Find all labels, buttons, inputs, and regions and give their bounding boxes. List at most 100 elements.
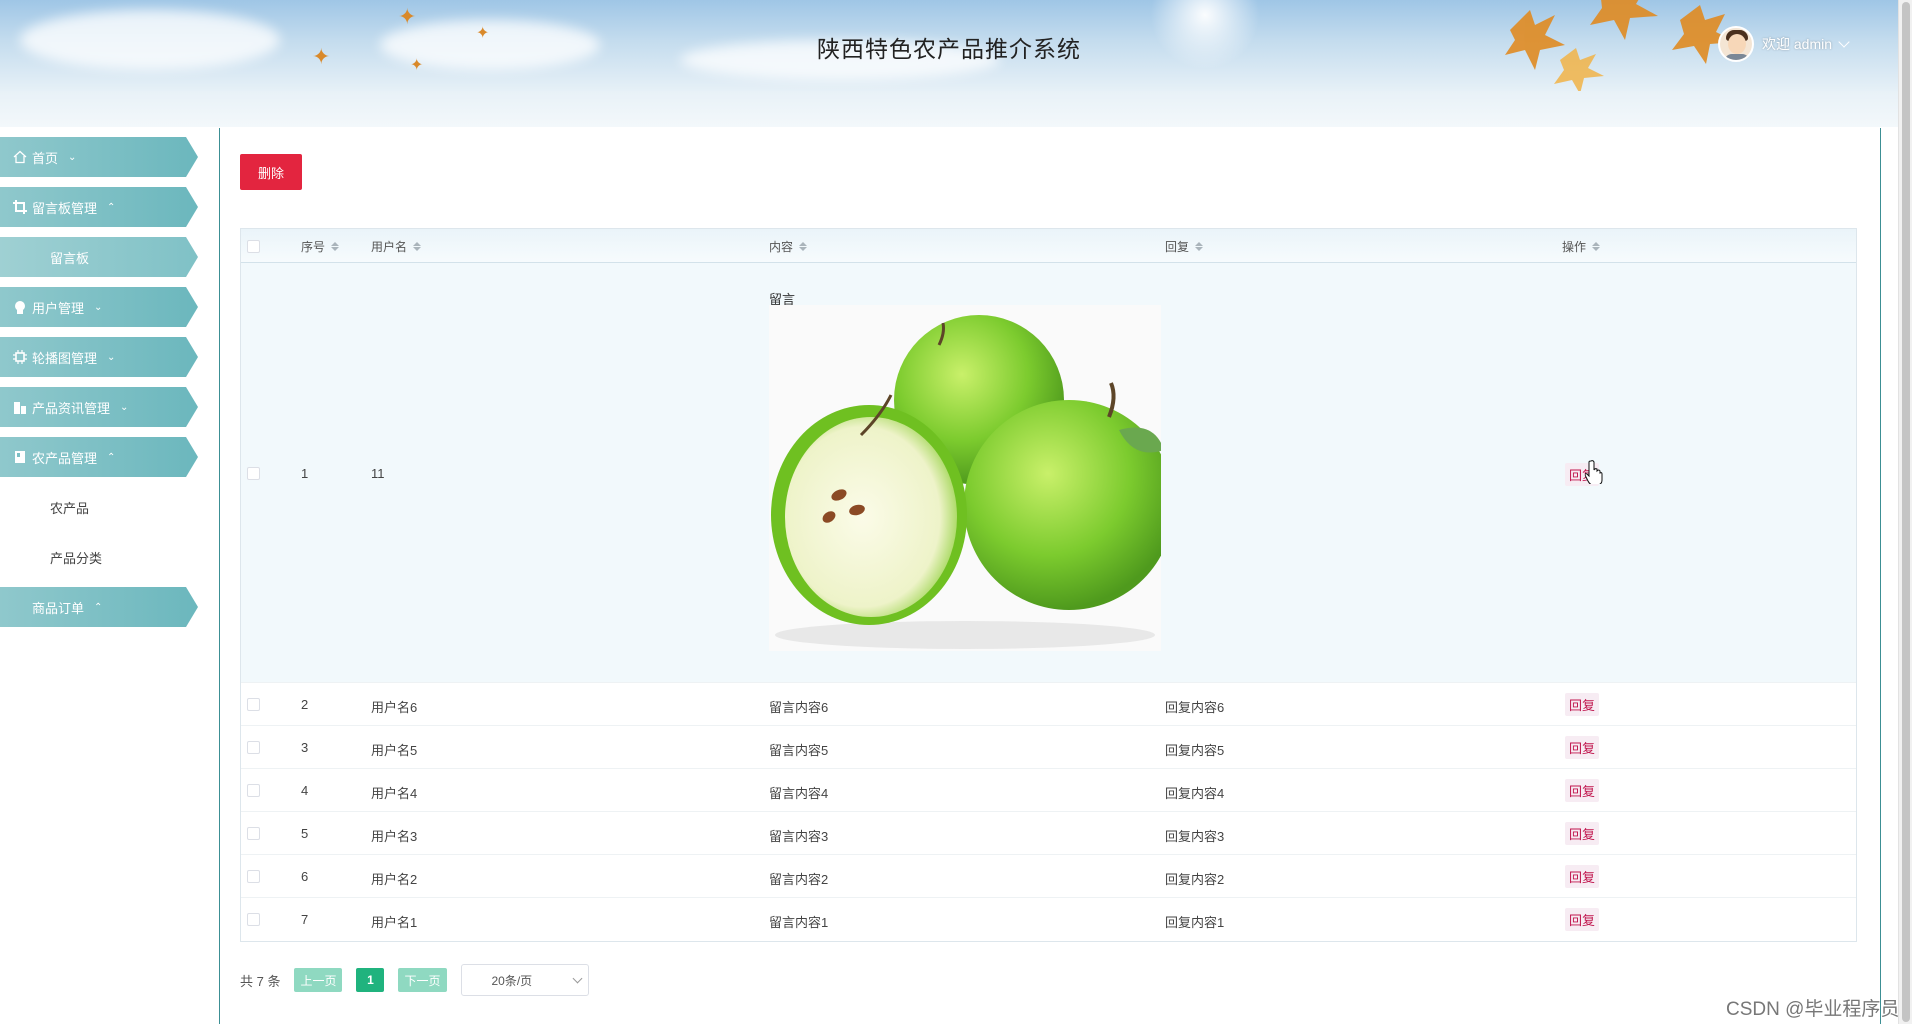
table-row[interactable]: 7 用户名1 留言内容1 回复内容1 回复 bbox=[241, 898, 1856, 941]
row-checkbox[interactable] bbox=[247, 913, 260, 926]
chip-icon bbox=[12, 349, 28, 365]
message-image bbox=[769, 305, 1161, 651]
pagination: 共 7 条 上一页 1 下一页 20条/页 bbox=[240, 964, 589, 996]
row-checkbox[interactable] bbox=[247, 870, 260, 883]
table-row[interactable]: 5 用户名3 留言内容3 回复内容3 回复 bbox=[241, 812, 1856, 855]
cell-content: 留言内容4 bbox=[769, 786, 829, 801]
cell-reply: 回复内容5 bbox=[1165, 743, 1225, 758]
sidebar-item-carousel-management[interactable]: 轮播图管理 ⌄ bbox=[0, 337, 198, 377]
welcome-text[interactable]: 欢迎 admin bbox=[1762, 34, 1832, 54]
home-icon bbox=[12, 149, 28, 165]
table-row[interactable]: 3 用户名5 留言内容5 回复内容5 回复 bbox=[241, 726, 1856, 769]
reply-button[interactable]: 回复 bbox=[1565, 736, 1600, 759]
column-header-content[interactable]: 内容 bbox=[769, 229, 808, 263]
cell-index: 6 bbox=[301, 869, 309, 884]
sidebar-item-label: 用户管理 bbox=[32, 300, 85, 316]
chevron-up-icon: ⌃ bbox=[107, 451, 116, 463]
row-checkbox[interactable] bbox=[247, 698, 260, 711]
sort-icon[interactable] bbox=[799, 241, 808, 251]
cell-reply: 回复内容1 bbox=[1165, 915, 1225, 930]
sidebar-item-label: 轮播图管理 bbox=[32, 350, 98, 366]
row-checkbox[interactable] bbox=[247, 784, 260, 797]
cell-content: 留言内容6 bbox=[769, 700, 829, 715]
cell-username: 用户名5 bbox=[371, 743, 418, 758]
column-header-action[interactable]: 操作 bbox=[1562, 229, 1601, 263]
scrollbar-thumb[interactable] bbox=[1902, 2, 1910, 1022]
cell-index: 7 bbox=[301, 912, 309, 927]
sort-icon[interactable] bbox=[413, 241, 422, 251]
cell-username: 用户名1 bbox=[371, 915, 418, 930]
reply-button[interactable]: 回复 bbox=[1565, 779, 1600, 802]
table-row[interactable]: 4 用户名4 留言内容4 回复内容4 回复 bbox=[241, 769, 1856, 812]
sidebar-item-agri-product[interactable]: 农产品 bbox=[0, 487, 200, 527]
sidebar-item-user-management[interactable]: 用户管理 ⌄ bbox=[0, 287, 198, 327]
sort-icon[interactable] bbox=[1592, 241, 1601, 251]
page-size-select[interactable]: 20条/页 bbox=[460, 964, 589, 996]
sidebar-item-label: 商品订单 bbox=[32, 600, 85, 616]
leaf-decoration: ✦ bbox=[398, 4, 417, 29]
cell-content: 留言内容1 bbox=[769, 915, 829, 930]
avatar[interactable] bbox=[1718, 26, 1754, 62]
next-page-button[interactable]: 下一页 bbox=[398, 968, 447, 992]
header-banner: ✦ ✦ ✦ ✦ 陕西特色农产品推介系统 欢迎 admin bbox=[0, 0, 1898, 91]
cell-content: 留言内容3 bbox=[769, 829, 829, 844]
cell-username: 用户名6 bbox=[371, 700, 418, 715]
cell-username: 11 bbox=[371, 466, 385, 481]
cell-content: 留言内容2 bbox=[769, 872, 829, 887]
column-header-index[interactable]: 序号 bbox=[301, 229, 340, 263]
reply-button[interactable]: 回复 bbox=[1565, 865, 1600, 888]
header-subbar bbox=[0, 91, 1898, 127]
prev-page-button[interactable]: 上一页 bbox=[294, 968, 343, 992]
column-header-username[interactable]: 用户名 bbox=[371, 229, 422, 263]
chevron-down-icon: ⌄ bbox=[94, 301, 103, 313]
sidebar-item-home[interactable]: 首页 ⌄ bbox=[0, 137, 198, 177]
chevron-up-icon: ⌃ bbox=[107, 201, 116, 213]
table-row[interactable]: 1 11 留言 回复 bbox=[241, 263, 1856, 683]
select-all-checkbox[interactable] bbox=[247, 229, 260, 263]
cell-index: 5 bbox=[301, 826, 309, 841]
reply-button[interactable]: 回复 bbox=[1565, 693, 1600, 716]
sidebar-item-label: 农产品管理 bbox=[32, 450, 98, 466]
cell-index: 4 bbox=[301, 783, 309, 798]
row-checkbox[interactable] bbox=[247, 741, 260, 754]
message-table: 序号 用户名 内容 回复 操作 1 11 留言 回复 2 用户名6 留言内容6 … bbox=[240, 228, 1857, 942]
cell-reply: 回复内容4 bbox=[1165, 786, 1225, 801]
delete-button[interactable]: 删除 bbox=[240, 154, 302, 190]
cell-username: 用户名3 bbox=[371, 829, 418, 844]
row-checkbox[interactable] bbox=[247, 827, 260, 840]
page-title: 陕西特色农产品推介系统 bbox=[817, 36, 1081, 62]
sidebar-item-label: 首页 bbox=[32, 150, 59, 166]
sort-icon[interactable] bbox=[331, 241, 340, 251]
sidebar-item-orders[interactable]: 商品订单 ⌃ bbox=[0, 587, 198, 627]
cell-username: 用户名2 bbox=[371, 872, 418, 887]
row-checkbox[interactable] bbox=[247, 467, 260, 480]
cell-reply: 回复内容3 bbox=[1165, 829, 1225, 844]
sidebar: 首页 ⌄ 留言板管理 ⌃ 留言板 用户管理 ⌄ 轮播图管理 ⌄ 产品资讯管理 ⌄ bbox=[0, 137, 200, 637]
table-row[interactable]: 2 用户名6 留言内容6 回复内容6 回复 bbox=[241, 683, 1856, 726]
sidebar-item-label: 农产品 bbox=[50, 500, 90, 516]
vertical-scrollbar[interactable] bbox=[1898, 0, 1912, 1024]
sidebar-item-product-category[interactable]: 产品分类 bbox=[0, 537, 200, 577]
sidebar-item-label: 留言板管理 bbox=[32, 200, 98, 216]
sidebar-item-agri-product-management[interactable]: 农产品管理 ⌃ bbox=[0, 437, 198, 477]
sidebar-item-message-board[interactable]: 留言板 bbox=[0, 237, 198, 277]
cell-username: 用户名4 bbox=[371, 786, 418, 801]
crop-icon bbox=[12, 199, 28, 215]
user-icon bbox=[12, 299, 28, 315]
user-menu[interactable]: 欢迎 admin bbox=[1718, 26, 1850, 62]
column-header-reply[interactable]: 回复 bbox=[1165, 229, 1204, 263]
reply-button[interactable]: 回复 bbox=[1565, 822, 1600, 845]
reply-button[interactable]: 回复 bbox=[1565, 908, 1600, 931]
table-row[interactable]: 6 用户名2 留言内容2 回复内容2 回复 bbox=[241, 855, 1856, 898]
sort-icon[interactable] bbox=[1195, 241, 1204, 251]
chevron-down-icon: ⌄ bbox=[107, 351, 116, 363]
sidebar-item-message-board-management[interactable]: 留言板管理 ⌃ bbox=[0, 187, 198, 227]
book-icon bbox=[12, 449, 28, 465]
cell-reply: 回复内容2 bbox=[1165, 872, 1225, 887]
page-number-button[interactable]: 1 bbox=[356, 968, 385, 992]
sidebar-item-product-news-management[interactable]: 产品资讯管理 ⌄ bbox=[0, 387, 198, 427]
page-size-value: 20条/页 bbox=[491, 973, 533, 988]
chevron-down-icon[interactable] bbox=[1838, 36, 1850, 48]
content-right-border bbox=[1880, 128, 1881, 1024]
cell-index: 3 bbox=[301, 740, 309, 755]
